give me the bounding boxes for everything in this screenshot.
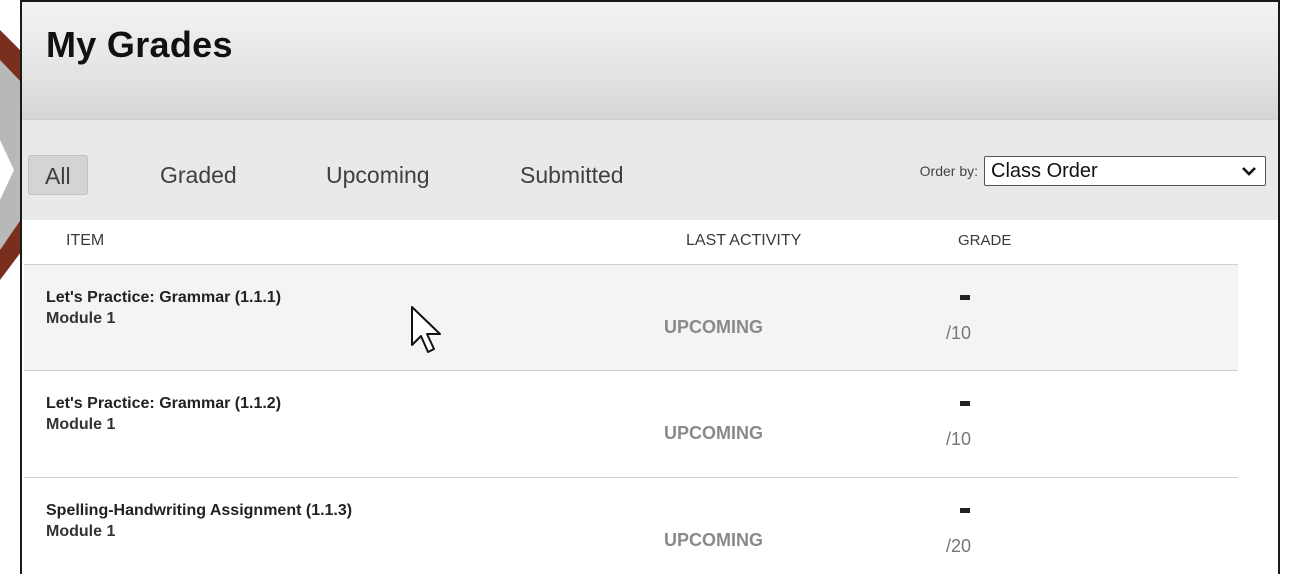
page-title: My Grades <box>46 24 233 65</box>
order-by: Order by: Class Order <box>920 156 1266 186</box>
order-by-select[interactable]: Class Order <box>984 156 1266 186</box>
item-module: Module 1 <box>46 310 116 327</box>
grade-max: /10 <box>946 323 972 343</box>
list-item[interactable]: Spelling-Handwriting Assignment (1.1.3) … <box>24 478 1238 585</box>
grade-value <box>960 508 970 513</box>
order-by-value: Class Order <box>991 160 1098 182</box>
status-text: UPCOMING <box>664 317 763 337</box>
item-title[interactable]: Spelling-Handwriting Assignment (1.1.3) <box>46 502 352 520</box>
list-item[interactable]: Let's Practice: Grammar (1.1.2) Module 1… <box>24 371 1238 478</box>
tab-submitted[interactable]: Submitted <box>520 155 624 195</box>
order-by-label: Order by: <box>919 163 978 179</box>
grades-list: Let's Practice: Grammar (1.1.1) Module 1… <box>24 264 1238 585</box>
list-item[interactable]: Let's Practice: Grammar (1.1.1) Module 1… <box>24 264 1238 371</box>
status-text: UPCOMING <box>664 530 763 550</box>
column-header-grade: GRADE <box>958 232 1012 249</box>
status-text: UPCOMING <box>664 423 763 443</box>
grade-value <box>960 401 970 406</box>
tab-all[interactable]: All <box>28 155 88 195</box>
mouse-pointer-icon <box>411 306 441 353</box>
column-header-last-activity: LAST ACTIVITY <box>686 232 802 249</box>
grade-value <box>960 295 970 300</box>
column-header-item: ITEM <box>66 232 105 249</box>
page-header: My Grades <box>22 2 1278 120</box>
column-headers: ITEM LAST ACTIVITY GRADE <box>22 220 1278 266</box>
tab-upcoming[interactable]: Upcoming <box>326 155 430 195</box>
item-title[interactable]: Let's Practice: Grammar (1.1.2) <box>46 395 281 413</box>
item-module: Module 1 <box>46 523 116 540</box>
item-title[interactable]: Let's Practice: Grammar (1.1.1) <box>46 289 281 307</box>
chevron-down-icon <box>1241 157 1257 195</box>
grade-max: /20 <box>946 536 972 556</box>
grade-max: /10 <box>946 429 972 449</box>
filter-bar: All Graded Upcoming Submitted Order by: … <box>22 120 1278 220</box>
tab-graded[interactable]: Graded <box>160 155 237 195</box>
item-module: Module 1 <box>46 416 116 433</box>
